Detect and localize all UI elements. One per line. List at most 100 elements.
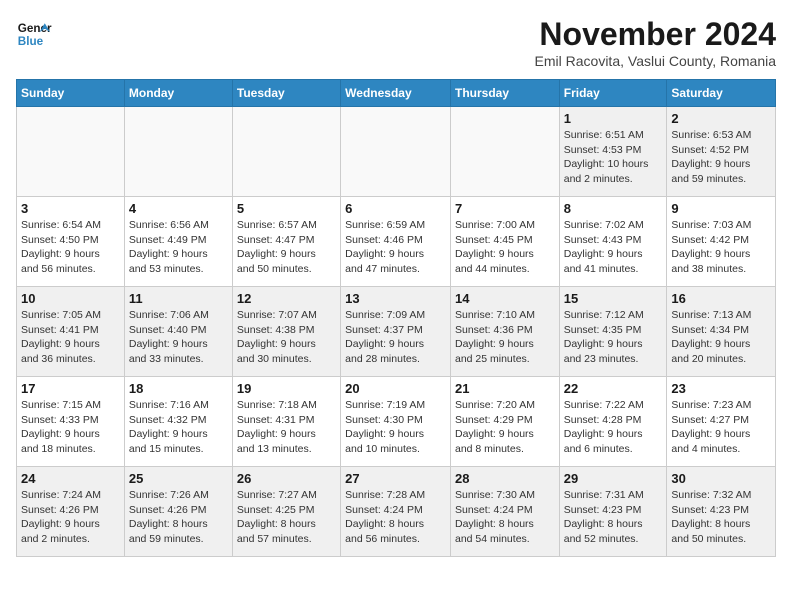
day-number: 21 [455,381,555,396]
day-header-monday: Monday [124,80,232,107]
day-number: 5 [237,201,336,216]
day-info: Sunrise: 7:22 AM Sunset: 4:28 PM Dayligh… [564,398,663,457]
calendar-cell: 20Sunrise: 7:19 AM Sunset: 4:30 PM Dayli… [341,377,451,467]
day-number: 26 [237,471,336,486]
day-number: 16 [671,291,771,306]
calendar-cell: 4Sunrise: 6:56 AM Sunset: 4:49 PM Daylig… [124,197,232,287]
day-number: 15 [564,291,663,306]
calendar-week-2: 10 Sunrise: 7:05 AM Sunset: 4:41 PM Dayli… [17,287,776,377]
day-number: 27 [345,471,446,486]
day-info: Sunrise: 7:30 AM Sunset: 4:24 PM Dayligh… [455,488,555,547]
day-info: Sunrise: 7:02 AM Sunset: 4:43 PM Dayligh… [564,218,663,277]
day-info: Sunrise: 7:06 AM Sunset: 4:40 PM Dayligh… [129,308,228,367]
calendar-cell: 14Sunrise: 7:10 AM Sunset: 4:36 PM Dayli… [450,287,559,377]
calendar-cell [232,107,340,197]
calendar-cell: 7Sunrise: 7:00 AM Sunset: 4:45 PM Daylig… [450,197,559,287]
day-header-tuesday: Tuesday [232,80,340,107]
calendar-cell: 18Sunrise: 7:16 AM Sunset: 4:32 PM Dayli… [124,377,232,467]
calendar-cell: 2Sunrise: 6:53 AM Sunset: 4:52 PM Daylig… [667,107,776,197]
day-header-wednesday: Wednesday [341,80,451,107]
calendar-week-0: 1 Sunrise: 6:51 AM Sunset: 4:53 PM Daylig… [17,107,776,197]
day-number: 1 [564,111,663,126]
day-header-sunday: Sunday [17,80,125,107]
day-info: Sunrise: 7:32 AM Sunset: 4:23 PM Dayligh… [671,488,771,547]
day-number: 2 [671,111,771,126]
day-info: Sunrise: 7:07 AM Sunset: 4:38 PM Dayligh… [237,308,336,367]
calendar-cell: 24Sunrise: 7:24 AM Sunset: 4:26 PM Dayli… [17,467,125,557]
day-info: Sunrise: 7:16 AM Sunset: 4:32 PM Dayligh… [129,398,228,457]
day-info: Sunrise: 7:27 AM Sunset: 4:25 PM Dayligh… [237,488,336,547]
day-info: Sunrise: 7:18 AM Sunset: 4:31 PM Dayligh… [237,398,336,457]
calendar-cell: 15 Sunrise: 7:12 AM Sunset: 4:35 PM Dayli… [559,287,667,377]
calendar-cell: 21 Sunrise: 7:20 AM Sunset: 4:29 PM Dayli… [450,377,559,467]
day-number: 29 [564,471,663,486]
day-header-friday: Friday [559,80,667,107]
calendar-cell: 16 Sunrise: 7:13 AM Sunset: 4:34 PM Dayli… [667,287,776,377]
calendar-table: SundayMondayTuesdayWednesdayThursdayFrid… [16,79,776,557]
calendar-cell: 26 Sunrise: 7:27 AM Sunset: 4:25 PM Dayli… [232,467,340,557]
calendar-cell: 1 Sunrise: 6:51 AM Sunset: 4:53 PM Daylig… [559,107,667,197]
calendar-cell: 6 Sunrise: 6:59 AM Sunset: 4:46 PM Daylig… [341,197,451,287]
calendar-week-3: 17 Sunrise: 7:15 AM Sunset: 4:33 PM Dayli… [17,377,776,467]
day-number: 28 [455,471,555,486]
day-info: Sunrise: 7:12 AM Sunset: 4:35 PM Dayligh… [564,308,663,367]
day-number: 13 [345,291,446,306]
logo-icon: General Blue [16,16,52,52]
calendar-cell: 27 Sunrise: 7:28 AM Sunset: 4:24 PM Dayli… [341,467,451,557]
day-info: Sunrise: 6:56 AM Sunset: 4:49 PM Dayligh… [129,218,228,277]
calendar-cell: 22 Sunrise: 7:22 AM Sunset: 4:28 PM Dayli… [559,377,667,467]
day-number: 17 [21,381,120,396]
day-number: 30 [671,471,771,486]
calendar-cell [450,107,559,197]
day-info: Sunrise: 7:09 AM Sunset: 4:37 PM Dayligh… [345,308,446,367]
day-info: Sunrise: 7:10 AM Sunset: 4:36 PM Dayligh… [455,308,555,367]
day-number: 24 [21,471,120,486]
day-info: Sunrise: 7:20 AM Sunset: 4:29 PM Dayligh… [455,398,555,457]
day-info: Sunrise: 6:51 AM Sunset: 4:53 PM Dayligh… [564,128,663,187]
day-info: Sunrise: 6:57 AM Sunset: 4:47 PM Dayligh… [237,218,336,277]
day-info: Sunrise: 7:28 AM Sunset: 4:24 PM Dayligh… [345,488,446,547]
calendar-cell: 13 Sunrise: 7:09 AM Sunset: 4:37 PM Dayli… [341,287,451,377]
day-info: Sunrise: 6:59 AM Sunset: 4:46 PM Dayligh… [345,218,446,277]
day-number: 25 [129,471,228,486]
day-info: Sunrise: 7:26 AM Sunset: 4:26 PM Dayligh… [129,488,228,547]
calendar-cell: 11 Sunrise: 7:06 AM Sunset: 4:40 PM Dayli… [124,287,232,377]
calendar-cell [124,107,232,197]
title-area: November 2024 Emil Racovita, Vaslui Coun… [535,16,776,69]
day-info: Sunrise: 7:13 AM Sunset: 4:34 PM Dayligh… [671,308,771,367]
day-info: Sunrise: 7:23 AM Sunset: 4:27 PM Dayligh… [671,398,771,457]
day-header-thursday: Thursday [450,80,559,107]
day-info: Sunrise: 7:31 AM Sunset: 4:23 PM Dayligh… [564,488,663,547]
calendar-cell: 10 Sunrise: 7:05 AM Sunset: 4:41 PM Dayli… [17,287,125,377]
calendar-cell: 25 Sunrise: 7:26 AM Sunset: 4:26 PM Dayli… [124,467,232,557]
calendar-cell: 19 Sunrise: 7:18 AM Sunset: 4:31 PM Dayli… [232,377,340,467]
day-number: 22 [564,381,663,396]
calendar-cell: 28 Sunrise: 7:30 AM Sunset: 4:24 PM Dayli… [450,467,559,557]
calendar-cell: 23Sunrise: 7:23 AM Sunset: 4:27 PM Dayli… [667,377,776,467]
day-number: 20 [345,381,446,396]
calendar-cell: 30 Sunrise: 7:32 AM Sunset: 4:23 PM Dayli… [667,467,776,557]
day-info: Sunrise: 7:15 AM Sunset: 4:33 PM Dayligh… [21,398,120,457]
day-info: Sunrise: 7:05 AM Sunset: 4:41 PM Dayligh… [21,308,120,367]
day-number: 19 [237,381,336,396]
day-number: 8 [564,201,663,216]
calendar-cell: 12 Sunrise: 7:07 AM Sunset: 4:38 PM Dayli… [232,287,340,377]
day-header-saturday: Saturday [667,80,776,107]
header: General Blue November 2024 Emil Racovita… [16,16,776,69]
calendar-week-1: 3Sunrise: 6:54 AM Sunset: 4:50 PM Daylig… [17,197,776,287]
calendar-header: SundayMondayTuesdayWednesdayThursdayFrid… [17,80,776,107]
day-info: Sunrise: 7:03 AM Sunset: 4:42 PM Dayligh… [671,218,771,277]
calendar-cell: 17 Sunrise: 7:15 AM Sunset: 4:33 PM Dayli… [17,377,125,467]
day-number: 10 [21,291,120,306]
day-number: 11 [129,291,228,306]
calendar-week-4: 24Sunrise: 7:24 AM Sunset: 4:26 PM Dayli… [17,467,776,557]
day-number: 12 [237,291,336,306]
svg-text:Blue: Blue [18,35,44,48]
subtitle: Emil Racovita, Vaslui County, Romania [535,53,776,69]
calendar-cell [341,107,451,197]
day-number: 6 [345,201,446,216]
month-title: November 2024 [535,16,776,53]
day-number: 3 [21,201,120,216]
calendar-cell: 9Sunrise: 7:03 AM Sunset: 4:42 PM Daylig… [667,197,776,287]
calendar-cell: 5 Sunrise: 6:57 AM Sunset: 4:47 PM Daylig… [232,197,340,287]
